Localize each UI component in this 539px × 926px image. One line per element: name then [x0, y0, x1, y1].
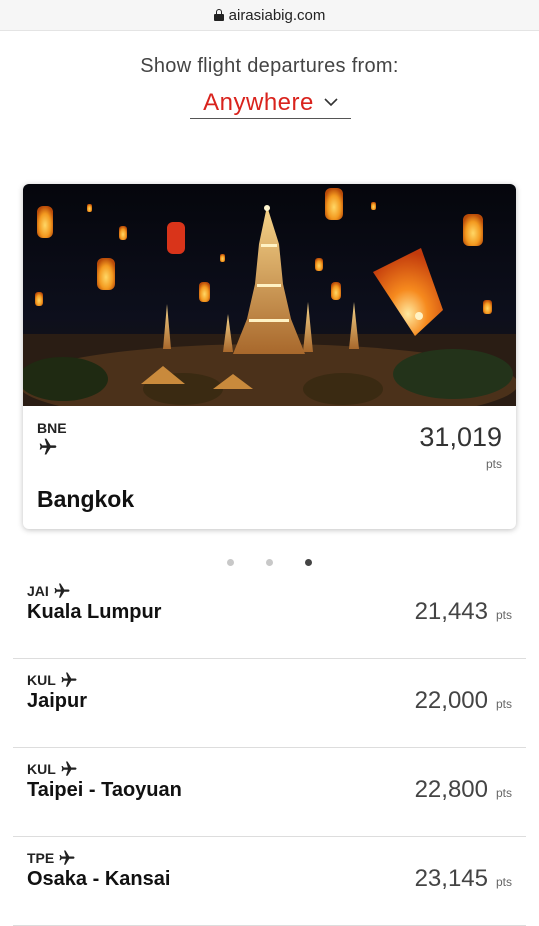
- points-value: 22,800: [414, 776, 488, 803]
- origin-dropdown[interactable]: Anywhere: [190, 88, 351, 119]
- featured-destination: Bangkok: [37, 486, 135, 512]
- carousel-dot-3[interactable]: [305, 559, 312, 566]
- origin-value: Anywhere: [203, 89, 314, 116]
- carousel-indicator: [0, 559, 539, 569]
- carousel-dot-2[interactable]: [266, 559, 273, 566]
- browser-address-bar[interactable]: airasiabig.com: [0, 0, 539, 31]
- points-value: 23,145: [414, 865, 488, 892]
- list-item[interactable]: JAI Kuala Lumpur 21,443 pts: [13, 570, 526, 659]
- points-value: 22,000: [414, 687, 488, 714]
- airplane-icon: [59, 850, 75, 865]
- points-unit: pts: [495, 875, 512, 889]
- deals-list: JAI Kuala Lumpur 21,443 pts KUL Jaipur 2…: [13, 570, 526, 926]
- points-unit: pts: [495, 786, 512, 800]
- points-unit: pts: [495, 697, 512, 711]
- origin-code: KUL: [27, 672, 56, 688]
- featured-deal-card[interactable]: BNE 31,019 pts Bangkok: [23, 184, 516, 529]
- destination: Taipei - Taoyuan: [27, 779, 182, 801]
- list-item[interactable]: KUL Taipei - Taoyuan 22,800 pts: [13, 748, 526, 837]
- airplane-icon: [61, 761, 77, 776]
- address-url[interactable]: airasiabig.com: [229, 7, 326, 24]
- lock-icon: [213, 9, 224, 21]
- featured-origin-code: BNE: [37, 420, 67, 436]
- origin-code: JAI: [27, 583, 49, 599]
- destination: Jaipur: [27, 690, 88, 712]
- list-item[interactable]: KUL Jaipur 22,000 pts: [13, 659, 526, 748]
- origin-code: TPE: [27, 850, 55, 866]
- origin-code: KUL: [27, 761, 56, 777]
- airplane-icon: [39, 438, 57, 455]
- airplane-icon: [54, 583, 70, 598]
- destination: Osaka - Kansai: [27, 868, 171, 890]
- featured-points: 31,019: [419, 422, 502, 452]
- departure-filter-heading: Show flight departures from:: [140, 55, 399, 77]
- chevron-down-icon: [324, 97, 338, 106]
- featured-points-label: pts: [485, 457, 502, 471]
- carousel-dot-1[interactable]: [227, 559, 234, 566]
- airplane-icon: [61, 672, 77, 687]
- points-value: 21,443: [414, 598, 488, 625]
- temple-lanterns-photo: [23, 184, 516, 406]
- points-unit: pts: [495, 608, 512, 622]
- list-item[interactable]: TPE Osaka - Kansai 23,145 pts: [13, 837, 526, 926]
- destination: Kuala Lumpur: [27, 601, 162, 623]
